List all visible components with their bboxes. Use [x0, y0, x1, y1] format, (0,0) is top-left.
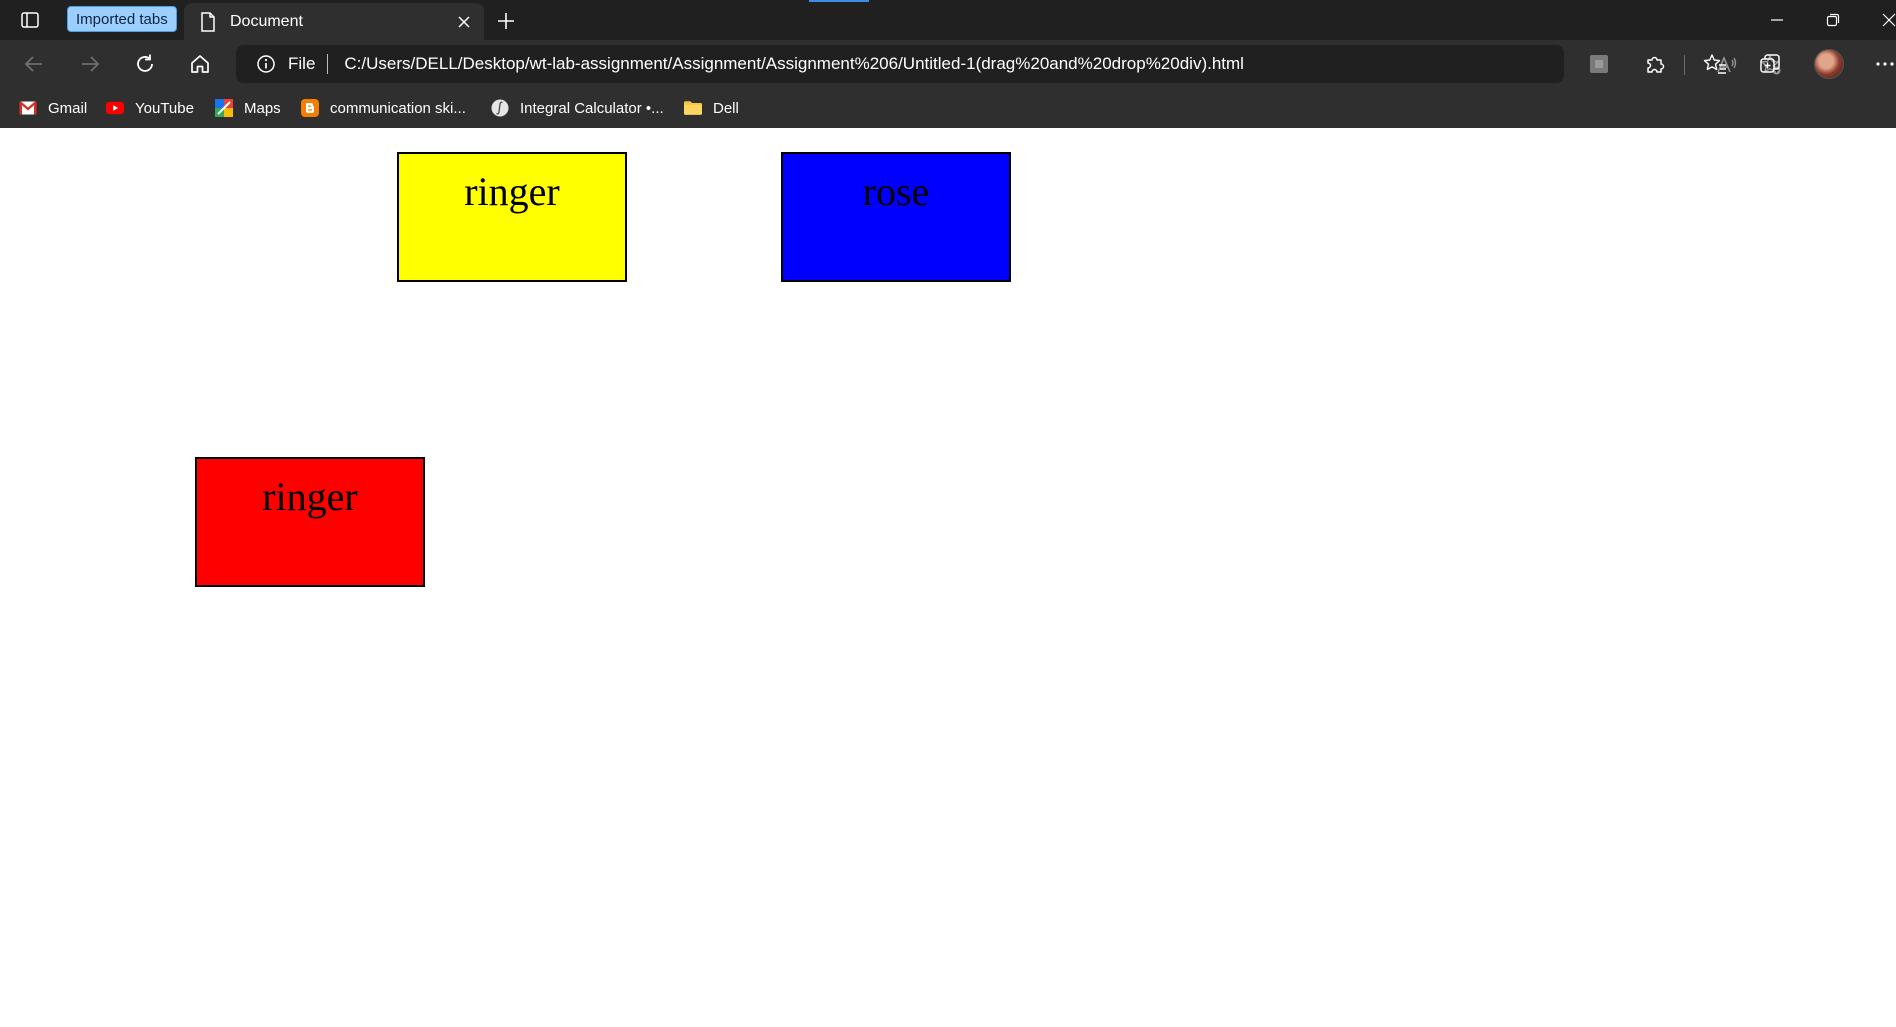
sidebar-app-icon: [1590, 55, 1608, 73]
bookmark-communication-skills[interactable]: communication ski...: [301, 96, 466, 120]
bookmark-integral-calculator[interactable]: Integral Calculator •...: [491, 96, 664, 120]
page-content: ringer rose ringer: [0, 128, 1896, 1027]
new-tab-button[interactable]: [492, 7, 520, 35]
arrow-right-icon: [82, 56, 100, 72]
toolbar-divider: [1684, 55, 1685, 75]
imported-tabs-button[interactable]: Imported tabs: [67, 6, 177, 32]
bookmark-label: Gmail: [48, 99, 88, 117]
profile-avatar[interactable]: [1814, 49, 1844, 79]
box-label: ringer: [262, 474, 358, 519]
info-icon[interactable]: [256, 54, 276, 74]
url-scheme-label: File: [288, 54, 316, 73]
forward-button[interactable]: [72, 47, 108, 81]
bookmark-maps[interactable]: Maps: [215, 96, 281, 120]
integral-calculator-icon: [491, 99, 509, 117]
close-tab-icon[interactable]: [454, 12, 474, 32]
draggable-box-ringer-yellow[interactable]: ringer: [397, 152, 627, 282]
gmail-icon: [19, 99, 37, 117]
settings-more-button[interactable]: [1870, 49, 1896, 79]
bookmark-label: Maps: [244, 99, 281, 117]
bookmark-folder-dell[interactable]: Dell: [684, 96, 739, 120]
bookmark-label: Dell: [713, 99, 739, 117]
favorites-icon: [1703, 54, 1726, 74]
back-button[interactable]: [16, 47, 52, 81]
home-button[interactable]: [182, 47, 218, 81]
bookmark-gmail[interactable]: Gmail: [19, 96, 87, 120]
tab-actions-button[interactable]: [10, 6, 50, 34]
restore-icon: [1826, 13, 1840, 27]
more-icon: [1876, 62, 1894, 66]
document-icon: [198, 11, 218, 32]
collections-button[interactable]: [1755, 49, 1785, 79]
bookmark-label: Integral Calculator •...: [520, 99, 664, 117]
bookmarks-bar: Gmail YouTube Maps communication ski... …: [0, 88, 1896, 128]
plus-icon: [498, 13, 514, 29]
draggable-box-rose-blue[interactable]: rose: [781, 152, 1011, 282]
tab-actions-icon: [21, 12, 39, 28]
address-bar[interactable]: File C:/Users/DELL/Desktop/wt-lab-assign…: [236, 45, 1781, 83]
collections-icon: [1760, 54, 1780, 73]
bookmark-youtube[interactable]: YouTube: [106, 96, 194, 120]
maps-icon: [215, 99, 233, 117]
toolbar: File C:/Users/DELL/Desktop/wt-lab-assign…: [0, 40, 1896, 88]
app-sidebar-button[interactable]: [1584, 49, 1614, 79]
title-bar-accent: [809, 0, 869, 2]
bookmark-label: YouTube: [135, 99, 194, 117]
minimize-button[interactable]: [1752, 0, 1802, 40]
box-label: rose: [862, 169, 930, 214]
url-text[interactable]: C:/Users/DELL/Desktop/wt-lab-assignment/…: [344, 54, 1244, 74]
arrow-left-icon: [24, 56, 42, 72]
draggable-box-ringer-red[interactable]: ringer: [195, 457, 425, 587]
extensions-button[interactable]: [1640, 49, 1670, 79]
reload-icon: [137, 54, 153, 72]
puzzle-icon: [1647, 56, 1665, 73]
box-label: ringer: [464, 169, 560, 214]
folder-icon: [684, 99, 702, 117]
blogger-icon: [301, 99, 319, 117]
bookmark-label: communication ski...: [330, 99, 466, 117]
reload-button[interactable]: [127, 47, 163, 81]
minimize-icon: [1771, 19, 1783, 21]
youtube-icon: [106, 99, 124, 117]
close-icon: [1882, 13, 1896, 27]
close-window-button[interactable]: [1864, 0, 1896, 40]
address-separator: [327, 54, 329, 74]
restore-button[interactable]: [1808, 0, 1858, 40]
home-icon: [191, 55, 209, 73]
favorites-button[interactable]: [1700, 49, 1730, 79]
title-bar: Imported tabs Document: [0, 0, 1896, 40]
tab-title: Document: [230, 12, 303, 30]
tab-document[interactable]: Document: [184, 3, 484, 40]
